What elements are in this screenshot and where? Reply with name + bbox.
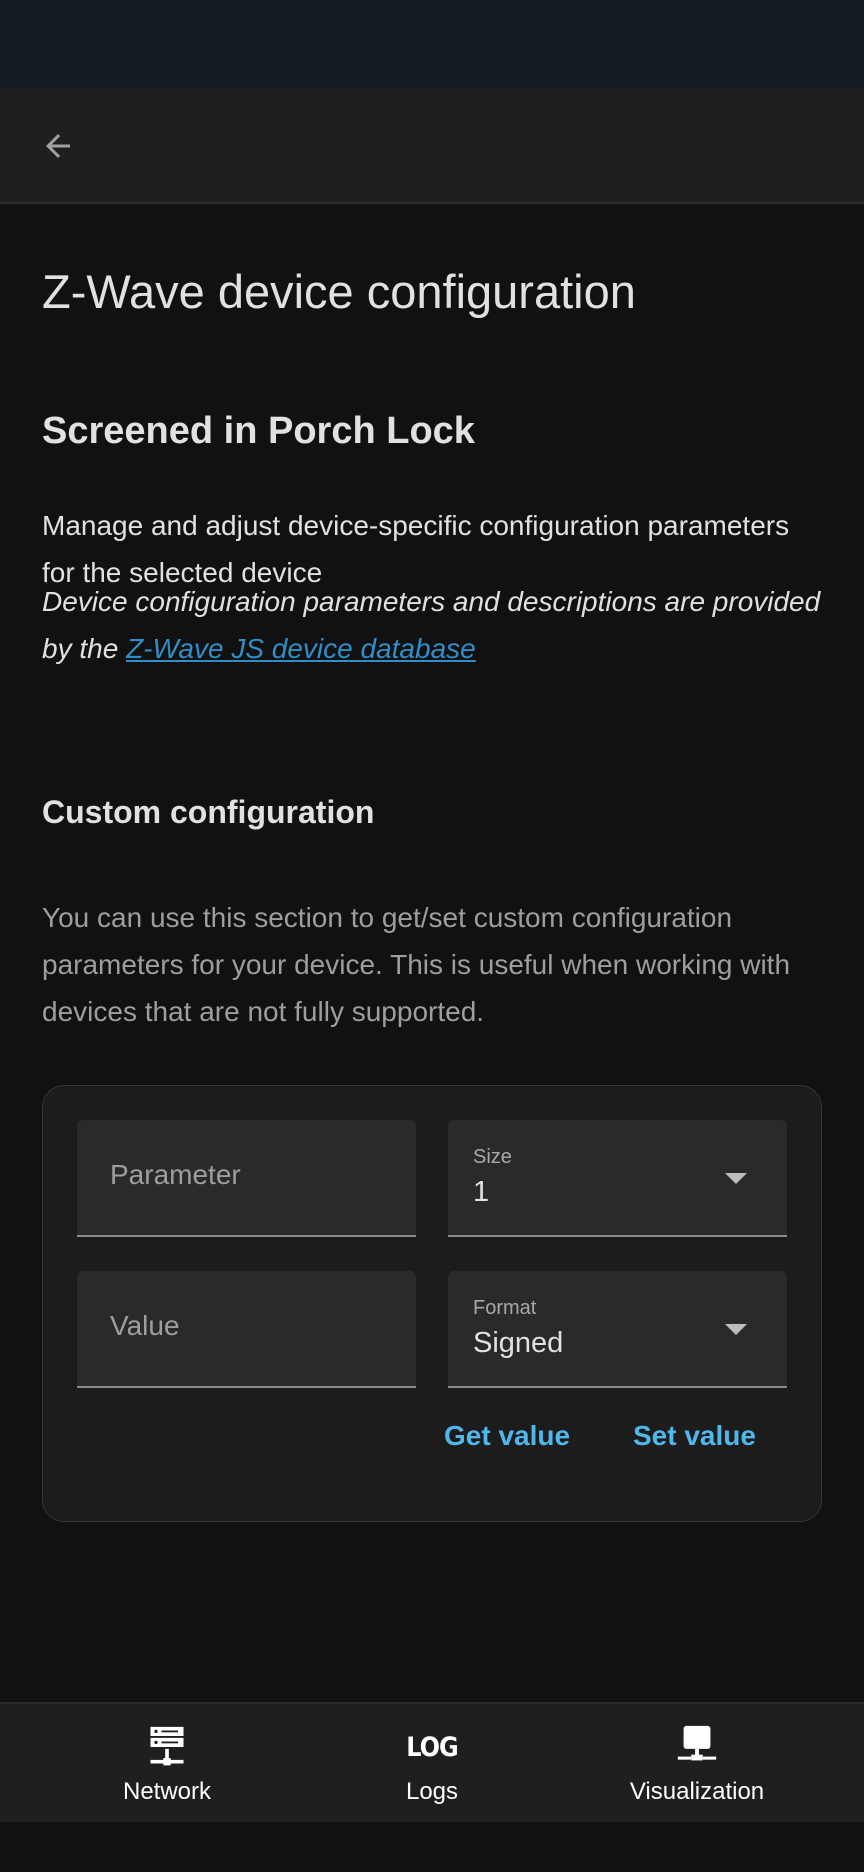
parameter-input[interactable]: Parameter	[77, 1120, 416, 1237]
nav-item-logs[interactable]: LOG Logs	[312, 1704, 552, 1824]
size-select[interactable]: Size 1	[448, 1120, 787, 1237]
arrow-left-icon	[46, 134, 70, 158]
nav-label-visualization: Visualization	[629, 1778, 765, 1805]
size-label: Size	[473, 1146, 512, 1168]
log-icon: LOG	[406, 1731, 459, 1763]
device-database-link[interactable]: Z-Wave JS device database	[126, 633, 476, 664]
gesture-area	[0, 1822, 864, 1872]
format-label: Format	[473, 1297, 537, 1319]
page-title: Z-Wave device configuration	[42, 265, 636, 318]
nav-item-network[interactable]: Network	[47, 1704, 287, 1824]
attribution-text: Device configuration parameters and desc…	[42, 578, 822, 672]
parameter-placeholder: Parameter	[110, 1159, 241, 1190]
chevron-down-icon	[725, 1324, 747, 1335]
status-bar	[0, 0, 864, 88]
value-input[interactable]: Value	[77, 1271, 416, 1388]
size-value: 1	[473, 1176, 490, 1208]
custom-config-title: Custom configuration	[42, 794, 375, 830]
nav-label-logs: Logs	[405, 1778, 459, 1805]
set-value-button[interactable]: Set value	[633, 1420, 756, 1452]
device-name: Screened in Porch Lock	[42, 410, 475, 452]
value-placeholder: Value	[110, 1310, 180, 1341]
server-network-icon	[150, 1726, 184, 1766]
back-button[interactable]	[34, 122, 82, 170]
custom-config-card: Parameter Size 1 Value Format Signed	[42, 1085, 822, 1522]
get-value-button[interactable]: Get value	[444, 1420, 570, 1452]
chevron-down-icon	[725, 1173, 747, 1184]
format-select[interactable]: Format Signed	[448, 1271, 787, 1388]
custom-config-description: You can use this section to get/set cust…	[42, 902, 791, 1027]
monitor-network-icon	[677, 1725, 717, 1761]
app-bar	[0, 88, 864, 204]
nav-label-network: Network	[122, 1778, 212, 1805]
nav-item-visualization[interactable]: Visualization	[577, 1704, 817, 1824]
bottom-nav: Network LOG Logs Visualization	[0, 1702, 864, 1822]
format-value: Signed	[473, 1327, 564, 1359]
